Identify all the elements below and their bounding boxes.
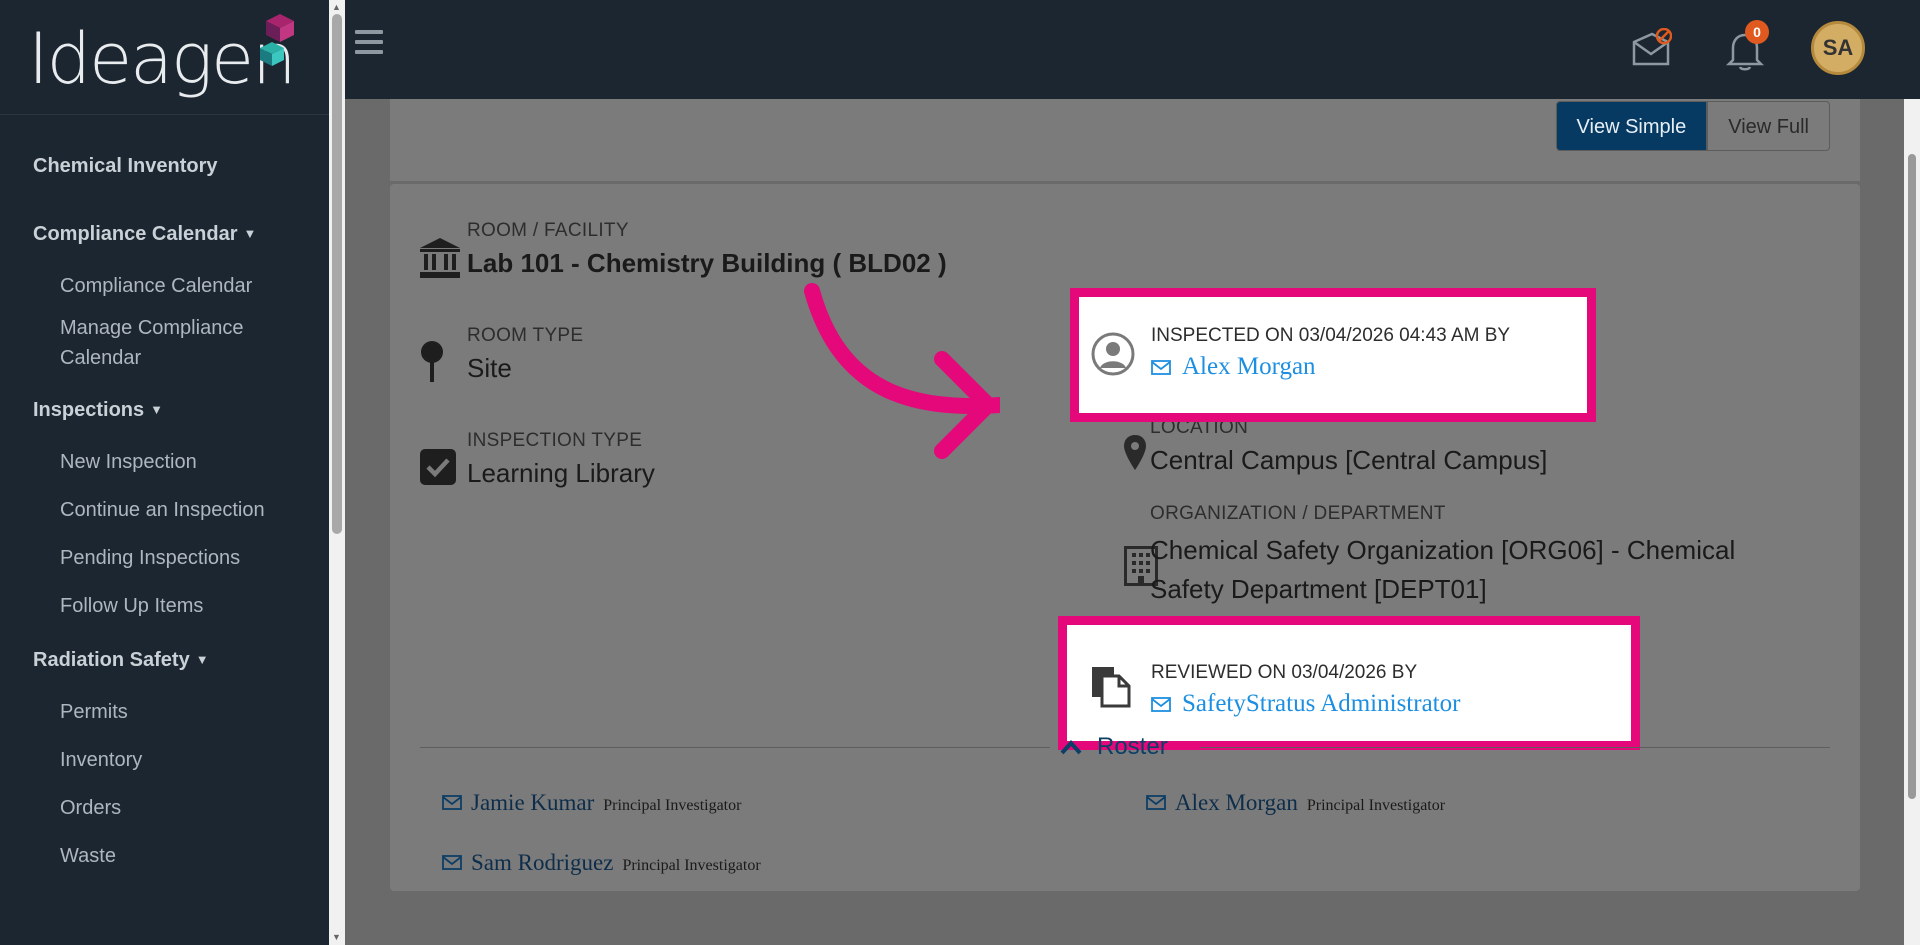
inspected-by-highlight: INSPECTED ON 03/04/2026 04:43 AM BY Alex…: [1070, 288, 1596, 422]
nav-label: Radiation Safety: [33, 649, 190, 671]
caret-down-icon: ▼: [243, 226, 257, 241]
building-columns-icon: [420, 238, 460, 278]
roster-person: Sam Rodriguez Principal Investigator: [442, 850, 761, 876]
nav-item-manage-compliance-calendar[interactable]: Manage Compliance Calendar: [0, 313, 329, 373]
logo-mark-icon: [260, 14, 294, 66]
nav-label: Compliance Calendar: [33, 223, 238, 245]
roster-divider: Roster: [420, 733, 1830, 763]
nav-compliance-calendar[interactable]: Compliance Calendar ▼: [0, 211, 329, 257]
view-toggle-card: View Simple View Full: [390, 99, 1860, 181]
nav-item-permits[interactable]: Permits: [0, 697, 329, 727]
sidebar-scrollbar[interactable]: ▲ ▼: [329, 0, 345, 945]
user-avatar[interactable]: SA: [1811, 21, 1865, 75]
roster-label: Roster: [1097, 733, 1168, 760]
inspection-details-card: ROOM / FACILITY Lab 101 - Chemistry Buil…: [390, 184, 1860, 891]
divider-line: [420, 747, 1050, 748]
roster-person-name[interactable]: Sam Rodriguez: [471, 850, 613, 876]
scroll-up-arrow-icon[interactable]: ▲: [332, 2, 341, 12]
roster-person-name[interactable]: Alex Morgan: [1175, 790, 1298, 816]
nav-item-inventory[interactable]: Inventory: [0, 745, 329, 775]
nav-radiation-safety[interactable]: Radiation Safety ▼: [0, 637, 329, 683]
location-marker-icon: [1124, 435, 1146, 470]
inspected-on-label: INSPECTED ON 03/04/2026 04:43 AM BY: [1151, 325, 1511, 346]
inspection-type-field: INSPECTION TYPE Learning Library: [467, 430, 655, 489]
organization-value: Chemical Safety Organization [ORG06] - C…: [1150, 535, 1736, 604]
envelope-icon: [1151, 359, 1171, 375]
divider-line: [1200, 747, 1830, 748]
annotation-arrow-icon: [804, 283, 1000, 459]
scroll-down-arrow-icon[interactable]: ▼: [332, 932, 341, 942]
inspector-name[interactable]: Alex Morgan: [1182, 353, 1316, 381]
roster-person-role: Principal Investigator: [1306, 797, 1446, 814]
room-type-value: Site: [467, 353, 512, 383]
documents-icon: [1092, 667, 1131, 708]
roster-person: Alex Morgan Principal Investigator: [1146, 790, 1445, 816]
nav-item-continue-inspection[interactable]: Continue an Inspection: [0, 495, 329, 525]
nav-item-new-inspection[interactable]: New Inspection: [0, 447, 329, 477]
inspection-type-label: INSPECTION TYPE: [467, 430, 643, 451]
organization-label: ORGANIZATION / DEPARTMENT: [1150, 503, 1446, 524]
nav-label: Chemical Inventory: [33, 155, 218, 177]
chevron-up-icon: [1060, 740, 1082, 755]
envelope-icon[interactable]: [442, 855, 462, 870]
envelope-icon: [1151, 696, 1171, 712]
caret-down-icon: ▼: [195, 652, 209, 667]
roster-person-role: Principal Investigator: [622, 857, 761, 874]
user-circle-icon: [1091, 332, 1135, 376]
nav-item-compliance-calendar[interactable]: Compliance Calendar: [0, 271, 329, 301]
notification-badge: 0: [1745, 20, 1769, 44]
inspection-type-value: Learning Library: [467, 458, 655, 488]
hamburger-icon[interactable]: [355, 30, 383, 60]
envelope-icon[interactable]: [1146, 795, 1166, 810]
reviewed-by-highlight: REVIEWED ON 03/04/2026 BY SafetyStratus …: [1058, 616, 1640, 750]
roster-person: Jamie Kumar Principal Investigator: [442, 790, 741, 816]
mail-blocked-icon[interactable]: [1632, 28, 1672, 68]
envelope-icon[interactable]: [442, 795, 462, 810]
view-full-button[interactable]: View Full: [1707, 101, 1830, 151]
location-field: LOCATION Central Campus [Central Campus]: [1150, 417, 1547, 476]
view-toggle: View Simple View Full: [1555, 101, 1830, 151]
sidebar-scroll-thumb[interactable]: [332, 14, 342, 534]
inspector-link[interactable]: Alex Morgan: [1151, 353, 1510, 381]
brand-logo[interactable]: Ideagen: [28, 18, 296, 100]
caret-down-icon: ▼: [150, 402, 164, 417]
logo-area: Ideagen: [0, 0, 329, 115]
room-facility-field: ROOM / FACILITY Lab 101 - Chemistry Buil…: [467, 220, 947, 279]
reviewer-link[interactable]: SafetyStratus Administrator: [1151, 690, 1460, 718]
location-value: Central Campus [Central Campus]: [1150, 445, 1548, 475]
roster-toggle[interactable]: Roster: [1060, 733, 1168, 761]
check-square-icon: [420, 449, 456, 485]
room-facility-label: ROOM / FACILITY: [467, 220, 629, 241]
sidebar: Ideagen Chemical Inventory Compliance Ca…: [0, 0, 329, 945]
reviewer-name[interactable]: SafetyStratus Administrator: [1182, 690, 1460, 718]
map-pin-icon: [421, 341, 443, 382]
organization-field: ORGANIZATION / DEPARTMENT Chemical Safet…: [1150, 503, 1800, 611]
main-content: View Simple View Full ROOM / FACILITY La…: [345, 99, 1904, 945]
view-simple-button[interactable]: View Simple: [1555, 101, 1708, 151]
nav-item-orders[interactable]: Orders: [0, 793, 329, 823]
reviewed-on-label: REVIEWED ON 03/04/2026 BY: [1151, 662, 1418, 683]
top-bar: 0 SA: [345, 0, 1920, 99]
nav-label: Inspections: [33, 399, 145, 421]
roster-person-role: Principal Investigator: [603, 797, 742, 814]
room-type-field: ROOM TYPE Site: [467, 325, 583, 384]
page-scrollbar[interactable]: [1904, 99, 1920, 945]
nav-inspections[interactable]: Inspections ▼: [0, 387, 329, 433]
room-facility-value: Lab 101 - Chemistry Building ( BLD02 ): [467, 248, 947, 278]
page-scroll-thumb[interactable]: [1908, 154, 1916, 799]
nav-item-waste[interactable]: Waste: [0, 841, 329, 871]
nav-item-follow-up-items[interactable]: Follow Up Items: [0, 591, 329, 621]
nav-chemical-inventory[interactable]: Chemical Inventory: [0, 143, 329, 189]
nav-item-pending-inspections[interactable]: Pending Inspections: [0, 543, 329, 573]
roster-person-name[interactable]: Jamie Kumar: [471, 790, 594, 816]
room-type-label: ROOM TYPE: [467, 325, 584, 346]
